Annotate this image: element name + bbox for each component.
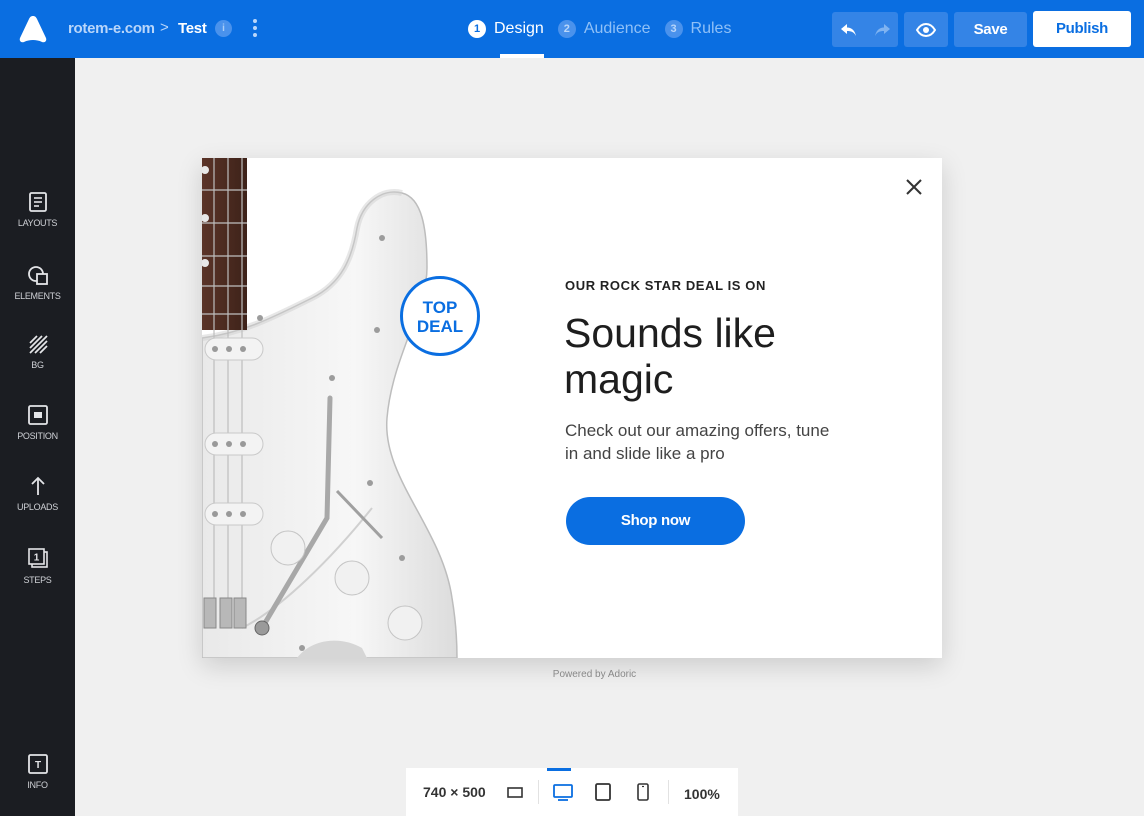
undo-button[interactable] [832,12,865,47]
popup-headline[interactable]: Sounds like magic [564,310,884,402]
more-options-icon[interactable] [246,16,264,42]
badge-line-2: DEAL [416,317,464,336]
sidebar-item-steps[interactable]: 1 STEPS [0,546,75,606]
left-sidebar: LAYOUTS ELEMENTS BG POSITION UPLOADS 1 S… [0,58,75,816]
step-label: Audience [583,20,651,37]
breadcrumb-separator-icon: > [160,19,169,36]
elements-icon [27,266,48,285]
sidebar-item-label: UPLOADS [17,502,58,512]
position-icon [27,405,48,425]
powered-by-label: Powered by Adoric [552,669,637,680]
svg-text:T: T [34,760,40,771]
publish-button[interactable]: Publish [1033,11,1131,47]
close-icon[interactable] [903,176,925,198]
redo-icon [874,23,890,36]
tab-design[interactable]: 1 Design [468,0,544,58]
step-label: Design [494,20,544,37]
tablet-view-button[interactable] [583,768,623,816]
undo-redo-group [832,12,898,47]
svg-text:1: 1 [33,553,39,564]
guitar-image[interactable] [202,158,502,658]
step-number: 2 [557,20,576,38]
sidebar-item-label: ELEMENTS [14,291,61,301]
bottom-toolbar: 740 × 500 100% [406,768,738,816]
sidebar-item-elements[interactable]: ELEMENTS [0,262,75,322]
undo-icon [840,23,856,36]
page-info-icon[interactable]: i [215,20,232,37]
sidebar-item-label: BG [31,360,44,370]
save-button[interactable]: Save [954,12,1027,47]
popup-description[interactable]: Check out our amazing offers, tune in an… [565,419,845,465]
step-number: 1 [468,20,486,38]
sidebar-item-bg[interactable]: BG [0,333,75,393]
step-tabs: 1 Design 2 Audience 3 Rules [468,0,745,58]
desktop-icon [553,784,573,801]
sidebar-item-position[interactable]: POSITION [0,404,75,464]
step-label: Rules [690,20,732,37]
layouts-icon [28,192,47,212]
powered-by-text: Powered by Adoric [0,669,1144,680]
top-bar: rotem-e.com > Test i 1 Design 2 Audience… [0,0,1144,58]
upload-icon [30,476,45,495]
mobile-icon [637,783,649,801]
desktop-view-button[interactable] [543,768,583,816]
badge-line-1: TOP [422,298,458,317]
sidebar-item-label: LAYOUTS [17,218,58,228]
toolbar-divider [538,780,539,804]
sidebar-item-layouts[interactable]: LAYOUTS [0,191,75,251]
tablet-icon [595,783,611,801]
popup-preview[interactable]: TOP DEAL OUR ROCK STAR DEAL IS ON Sounds… [202,158,942,658]
sidebar-item-label: STEPS [23,575,52,585]
mobile-view-button[interactable] [623,768,663,816]
aspect-ratio-icon[interactable] [506,784,524,800]
step-number: 3 [664,20,683,38]
tab-audience[interactable]: 2 Audience [557,0,651,58]
shop-now-button[interactable]: Shop now [566,497,745,545]
preview-button[interactable] [904,12,948,47]
canvas-dimensions[interactable]: 740 × 500 [423,784,486,800]
breadcrumb-site[interactable]: rotem-e.com [68,20,155,37]
toolbar-divider [668,780,669,804]
sidebar-item-uploads[interactable]: UPLOADS [0,475,75,535]
background-icon [28,335,48,354]
info-icon: T [27,754,48,774]
popup-eyebrow-text[interactable]: OUR ROCK STAR DEAL IS ON [565,278,766,293]
redo-button[interactable] [865,12,898,47]
adoric-logo-icon[interactable] [18,14,48,44]
steps-icon: 1 [27,548,48,568]
breadcrumb-page[interactable]: Test [178,20,207,37]
sidebar-item-label: INFO [27,780,48,790]
eye-icon [916,22,936,37]
sidebar-item-info[interactable]: T INFO [0,753,75,813]
top-deal-badge[interactable]: TOP DEAL [400,276,480,356]
sidebar-item-label: POSITION [17,431,58,441]
zoom-level[interactable]: 100% [684,786,720,802]
tab-rules[interactable]: 3 Rules [664,0,732,58]
